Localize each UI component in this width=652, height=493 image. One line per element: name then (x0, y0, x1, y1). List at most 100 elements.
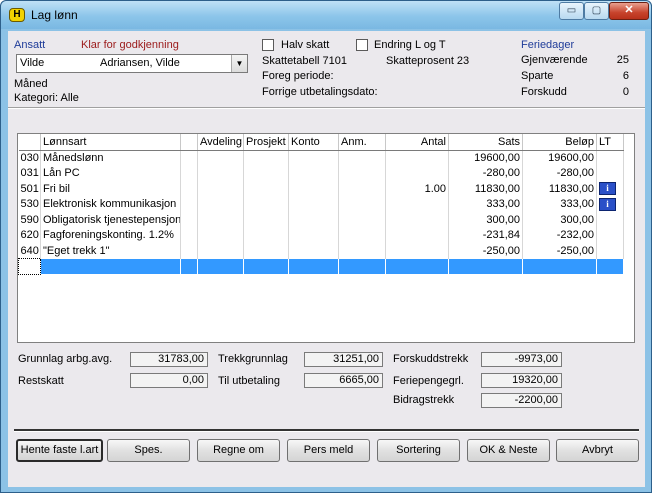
cell-avdeling[interactable] (197, 165, 244, 181)
pers-meld-button[interactable]: Pers meld (287, 439, 370, 462)
cell-anm[interactable] (338, 227, 386, 243)
cell-konto[interactable] (288, 243, 339, 259)
cell-antal[interactable] (385, 227, 449, 243)
cell-code[interactable]: 620 (18, 227, 41, 243)
new-row-antal[interactable] (385, 258, 449, 274)
new-row-sats[interactable] (448, 258, 523, 274)
col-header-konto[interactable]: Konto (288, 134, 339, 151)
cell-sats[interactable]: 300,00 (448, 212, 523, 228)
cell-code[interactable]: 590 (18, 212, 41, 228)
cell-sats[interactable]: -280,00 (448, 165, 523, 181)
cell-anm[interactable] (338, 181, 386, 197)
cell-konto[interactable] (288, 212, 339, 228)
table-row[interactable]: 640 "Eget trekk 1" -250,00 -250,00 (18, 243, 624, 259)
maximize-button[interactable]: ▢ (584, 2, 609, 20)
cell-avdeling[interactable] (197, 243, 244, 259)
col-header-antal[interactable]: Antal (385, 134, 449, 151)
cell-blank[interactable] (180, 181, 198, 197)
cell-code[interactable]: 501 (18, 181, 41, 197)
cell-anm[interactable] (338, 243, 386, 259)
avbryt-button[interactable]: Avbryt (556, 439, 639, 462)
new-row[interactable] (18, 258, 624, 275)
cell-blank[interactable] (180, 150, 198, 166)
new-row-anm[interactable] (338, 258, 386, 274)
spes-button[interactable]: Spes. (107, 439, 190, 462)
cell-code[interactable]: 530 (18, 196, 41, 212)
employee-select[interactable]: Vilde Adriansen, Vilde ▼ (16, 54, 248, 73)
cell-sats[interactable]: 19600,00 (448, 150, 523, 166)
info-icon[interactable]: i (599, 197, 616, 211)
cell-konto[interactable] (288, 150, 339, 166)
cell-prosjekt[interactable] (243, 150, 289, 166)
cell-antal[interactable] (385, 150, 449, 166)
close-button[interactable]: ✕ (609, 2, 649, 20)
cell-code[interactable]: 030 (18, 150, 41, 166)
cell-blank[interactable] (180, 227, 198, 243)
cell-konto[interactable] (288, 227, 339, 243)
cell-belop[interactable]: 11830,00 (522, 181, 597, 197)
cell-prosjekt[interactable] (243, 227, 289, 243)
cell-antal[interactable]: 1.00 (385, 181, 449, 197)
cell-lonnsart[interactable]: Obligatorisk tjenestepensjon (40, 212, 181, 228)
cell-belop[interactable]: -250,00 (522, 243, 597, 259)
chevron-down-icon[interactable]: ▼ (231, 55, 247, 72)
cell-anm[interactable] (338, 196, 386, 212)
col-header-code[interactable] (18, 134, 41, 151)
cell-lt[interactable] (596, 227, 624, 243)
cell-lt[interactable] (596, 165, 624, 181)
table-row[interactable]: 030 Månedslønn 19600,00 19600,00 (18, 150, 624, 166)
hente-faste-button[interactable]: Hente faste l.art (16, 439, 103, 462)
cell-anm[interactable] (338, 165, 386, 181)
new-row-blank[interactable] (180, 258, 198, 274)
cell-avdeling[interactable] (197, 212, 244, 228)
sortering-button[interactable]: Sortering (377, 439, 460, 462)
cell-avdeling[interactable] (197, 227, 244, 243)
cell-antal[interactable] (385, 212, 449, 228)
cell-blank[interactable] (180, 243, 198, 259)
new-row-lonnsart[interactable] (40, 258, 181, 274)
col-header-sats[interactable]: Sats (448, 134, 523, 151)
cell-belop[interactable]: 19600,00 (522, 150, 597, 166)
table-row[interactable]: 031 Lån PC -280,00 -280,00 (18, 165, 624, 181)
cell-prosjekt[interactable] (243, 165, 289, 181)
cell-avdeling[interactable] (197, 181, 244, 197)
cell-antal[interactable] (385, 165, 449, 181)
cell-sats[interactable]: -250,00 (448, 243, 523, 259)
cell-prosjekt[interactable] (243, 212, 289, 228)
cell-lonnsart[interactable]: Fri bil (40, 181, 181, 197)
cell-lonnsart[interactable]: Fagforeningskonting. 1.2% (40, 227, 181, 243)
cell-konto[interactable] (288, 181, 339, 197)
cell-code[interactable]: 031 (18, 165, 41, 181)
new-row-lt[interactable] (596, 258, 624, 274)
wage-grid[interactable]: Lønnsart Avdeling Prosjekt Konto Anm. An… (17, 133, 635, 343)
table-row[interactable]: 501 Fri bil 1.00 11830,00 11830,00 i (18, 181, 624, 197)
col-header-prosjekt[interactable]: Prosjekt (243, 134, 289, 151)
col-header-avdeling[interactable]: Avdeling (197, 134, 244, 151)
new-row-prosjekt[interactable] (243, 258, 289, 274)
new-row-avdeling[interactable] (197, 258, 244, 274)
cell-lonnsart[interactable]: Lån PC (40, 165, 181, 181)
new-row-cell[interactable] (18, 258, 41, 275)
cell-sats[interactable]: -231,84 (448, 227, 523, 243)
cell-belop[interactable]: -280,00 (522, 165, 597, 181)
cell-avdeling[interactable] (197, 150, 244, 166)
cell-lt[interactable]: i (596, 196, 624, 212)
cell-lt[interactable]: i (596, 181, 624, 197)
table-row[interactable]: 590 Obligatorisk tjenestepensjon 300,00 300… (18, 212, 624, 228)
col-header-lt[interactable]: LT (596, 134, 624, 151)
minimize-button[interactable]: ▭ (559, 2, 584, 20)
cell-lonnsart[interactable]: Månedslønn (40, 150, 181, 166)
cell-blank[interactable] (180, 165, 198, 181)
col-header-blank[interactable] (180, 134, 198, 151)
col-header-belop[interactable]: Beløp (522, 134, 597, 151)
ok-neste-button[interactable]: OK & Neste (467, 439, 550, 462)
cell-belop[interactable]: -232,00 (522, 227, 597, 243)
cell-lonnsart[interactable]: Elektronisk kommunikasjon (40, 196, 181, 212)
cell-antal[interactable] (385, 196, 449, 212)
regne-om-button[interactable]: Regne om (197, 439, 280, 462)
cell-lt[interactable] (596, 212, 624, 228)
cell-belop[interactable]: 333,00 (522, 196, 597, 212)
cell-prosjekt[interactable] (243, 196, 289, 212)
title-bar[interactable]: H Lag lønn ▭ ▢ ✕ (1, 1, 651, 29)
table-row[interactable]: 530 Elektronisk kommunikasjon 333,00 333,00… (18, 196, 624, 212)
